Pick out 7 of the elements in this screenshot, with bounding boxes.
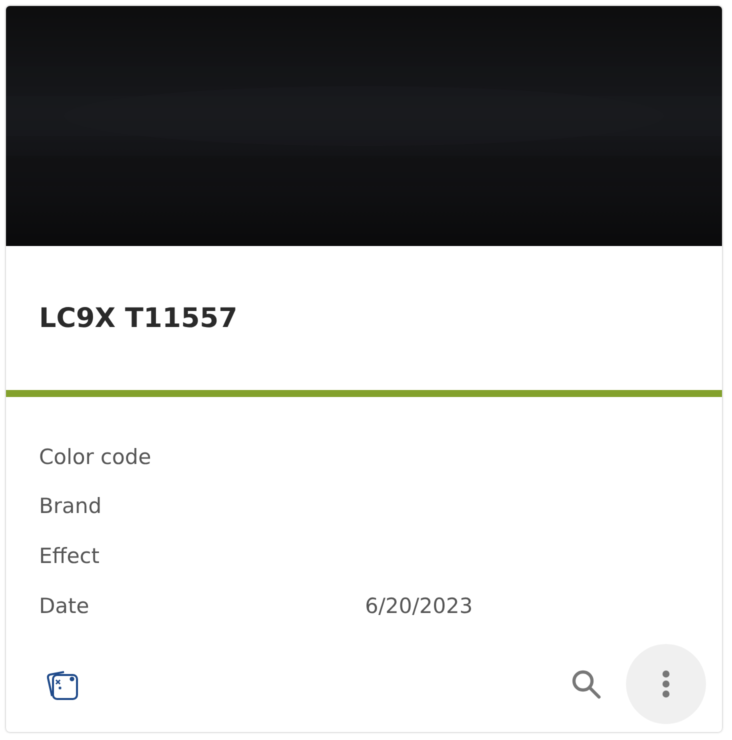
field-label: Effect	[39, 544, 100, 568]
field-label: Date	[39, 594, 90, 618]
more-icon	[661, 669, 671, 700]
field-label: Brand	[39, 494, 103, 518]
field-label: Color code	[39, 444, 152, 469]
field-value: 6/20/2023	[365, 594, 474, 618]
card-title: LC9X T11557	[39, 302, 238, 334]
